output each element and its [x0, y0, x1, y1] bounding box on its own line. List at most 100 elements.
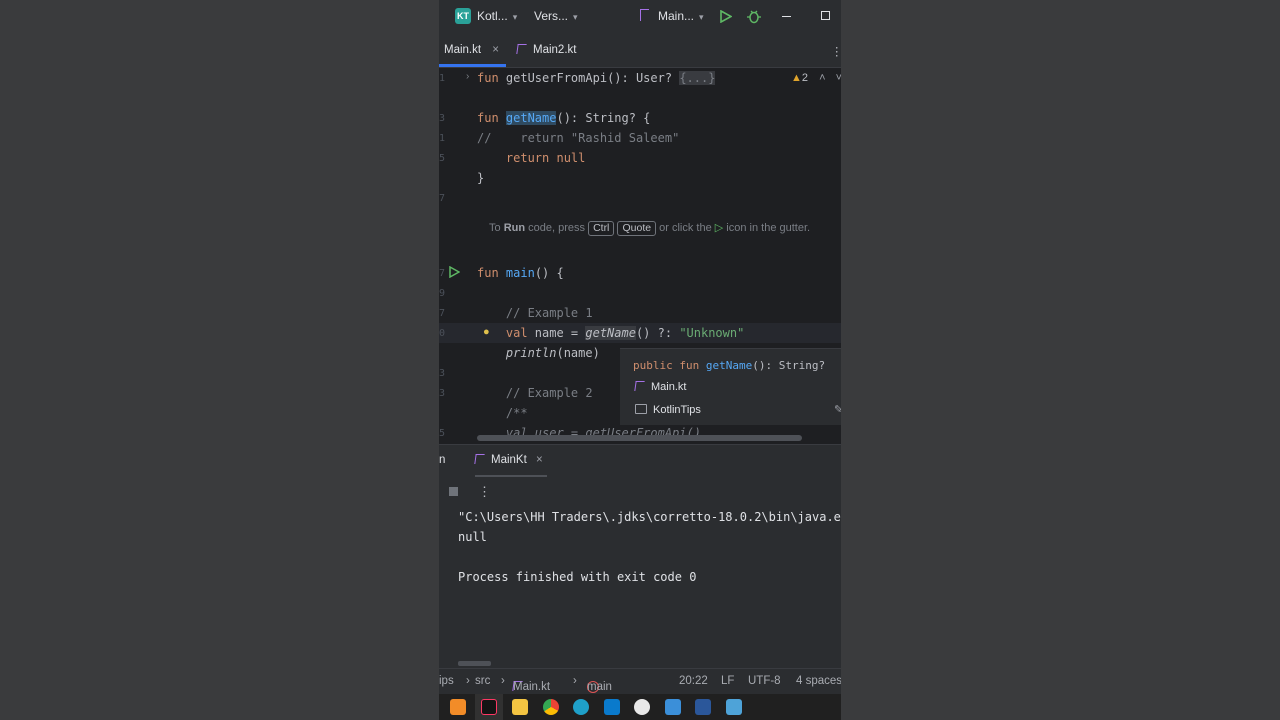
popup-signature: public fun getName(): String? [633, 359, 826, 372]
run-console[interactable]: ⋮ "C:\Users\HH Traders\.jdks\corretto-18… [439, 477, 841, 668]
active-tab-indicator [439, 64, 506, 67]
code-editor[interactable]: 1 3 1 5 7 7 9 7 0 3 3 5 › fun getUserFro… [439, 68, 841, 443]
debug-icon[interactable] [747, 9, 761, 24]
run-hint: To Run code, press Ctrl Quote or click t… [489, 221, 811, 236]
active-app-highlight [475, 694, 503, 720]
notepad-icon[interactable] [726, 699, 742, 715]
quote-key: Quote [617, 221, 657, 236]
line-number: 7 [439, 268, 446, 279]
tab-main2-kt[interactable]: Main2.kt [516, 44, 577, 56]
tab-label: Main.kt [444, 44, 482, 56]
code-line: } [477, 171, 485, 185]
close-icon[interactable]: × [492, 44, 499, 56]
folder-icon [635, 404, 647, 414]
editor-tabs: Main.kt × Main2.kt ⋮ [439, 33, 841, 68]
code-line: /** [477, 406, 528, 420]
spotify-icon[interactable] [634, 699, 650, 715]
kotlin-file-icon [640, 9, 649, 21]
vcs-selector[interactable]: Vers... ▾ [534, 9, 578, 23]
ide-window: KT Kotl... ▾ Vers... ▾ Main... ▾ Main.kt × [439, 0, 841, 720]
vscode-icon[interactable] [604, 699, 620, 715]
line-number: 5 [439, 153, 446, 164]
line-number: 1 [439, 73, 446, 84]
line-separator[interactable]: LF [721, 675, 734, 687]
code-line: val name = getName() ?: "Unknown" [477, 326, 745, 340]
chevron-down-icon: ▾ [699, 12, 704, 22]
file-encoding[interactable]: UTF-8 [748, 675, 781, 687]
tab-mainkt[interactable]: MainKt × [474, 454, 543, 466]
folded-code[interactable]: {...} [679, 71, 716, 85]
tab-main-kt[interactable]: Main.kt × [444, 44, 499, 56]
chevron-right-icon: › [573, 675, 577, 687]
video-pillar-left [0, 0, 439, 720]
windows-taskbar [439, 694, 841, 720]
line-number: 0 [439, 328, 446, 339]
fold-chevron-icon[interactable]: › [466, 71, 469, 82]
warning-icon: ▲ [791, 72, 802, 84]
console-line: null [458, 530, 487, 544]
chevron-right-icon: › [466, 675, 470, 687]
project-badge[interactable]: KT [455, 8, 471, 24]
breadcrumb-item[interactable]: src [475, 675, 490, 687]
run-icon: ▷ [714, 222, 724, 234]
code-line: fun getUserFromApi(): User? {...} [477, 71, 716, 85]
video-pillar-right [841, 0, 1280, 720]
line-number: 7 [439, 308, 446, 319]
chevron-down-icon: ▾ [573, 12, 578, 22]
chevron-down-icon: ▾ [512, 12, 518, 22]
maximize-icon[interactable] [821, 11, 830, 20]
vcs-label: Vers... [534, 9, 569, 23]
minimize-icon[interactable] [782, 16, 791, 17]
line-number: 9 [439, 288, 446, 299]
horizontal-scrollbar[interactable] [458, 661, 491, 666]
caret-position[interactable]: 20:22 [679, 675, 708, 687]
chevron-right-icon: › [501, 675, 505, 687]
line-number: 5 [439, 428, 446, 439]
stop-icon[interactable] [449, 487, 458, 496]
edit-icon[interactable]: ✎ [834, 403, 841, 416]
edge-icon[interactable] [573, 699, 589, 715]
warning-count: 2 [801, 72, 809, 84]
code-line: println(name) [477, 346, 600, 360]
inspection-widget[interactable]: ▲2 ˄ ˅ [791, 72, 841, 84]
status-bar: ips › src › Main.kt › main 20:22 LF UTF-… [439, 668, 841, 695]
quick-doc-popup[interactable]: public fun getName(): String? Main.kt Ko… [620, 348, 841, 425]
more-icon[interactable]: ⋮ [478, 484, 491, 500]
console-line: Process finished with exit code 0 [458, 570, 697, 584]
run-tool-label: n [439, 454, 446, 466]
tab-label: Main2.kt [533, 44, 577, 56]
line-number: 1 [439, 133, 446, 144]
line-number: 3 [439, 388, 446, 399]
ctrl-key: Ctrl [588, 221, 615, 236]
indent-setting[interactable]: 4 spaces [796, 675, 841, 687]
gutter-run-icon[interactable] [449, 266, 460, 278]
project-selector[interactable]: Kotl... ▾ [477, 9, 517, 23]
line-number: 3 [439, 113, 446, 124]
explorer-icon[interactable] [512, 699, 528, 715]
kotlin-file-icon [516, 44, 527, 54]
run-tool-header: n MainKt × [439, 444, 841, 477]
run-icon[interactable] [720, 10, 732, 23]
code-line: fun main() { [477, 266, 564, 280]
chevron-down-icon[interactable]: ˅ [836, 72, 841, 84]
code-line: return null [477, 151, 586, 165]
popup-file[interactable]: Main.kt [634, 381, 686, 393]
sublime-icon[interactable] [450, 699, 466, 715]
run-config-label: Main... [658, 9, 695, 23]
line-number: 3 [439, 368, 446, 379]
kotlin-file-icon [474, 454, 485, 464]
photos-icon[interactable] [665, 699, 681, 715]
chevron-up-icon[interactable]: ˄ [819, 72, 825, 84]
line-number: 7 [439, 193, 446, 204]
code-line: // Example 2 [477, 386, 593, 400]
word-icon[interactable] [695, 699, 711, 715]
code-line: // Example 1 [477, 306, 593, 320]
kotlin-file-icon [634, 381, 645, 391]
more-icon[interactable]: ⋮ [831, 44, 841, 58]
breadcrumb-item[interactable]: ips [439, 675, 454, 687]
horizontal-scrollbar[interactable] [477, 435, 802, 441]
close-icon[interactable]: × [536, 454, 543, 466]
popup-module[interactable]: KotlinTips [635, 404, 701, 416]
run-config-selector[interactable]: Main... ▾ [658, 9, 704, 23]
chrome-icon[interactable] [543, 699, 559, 715]
